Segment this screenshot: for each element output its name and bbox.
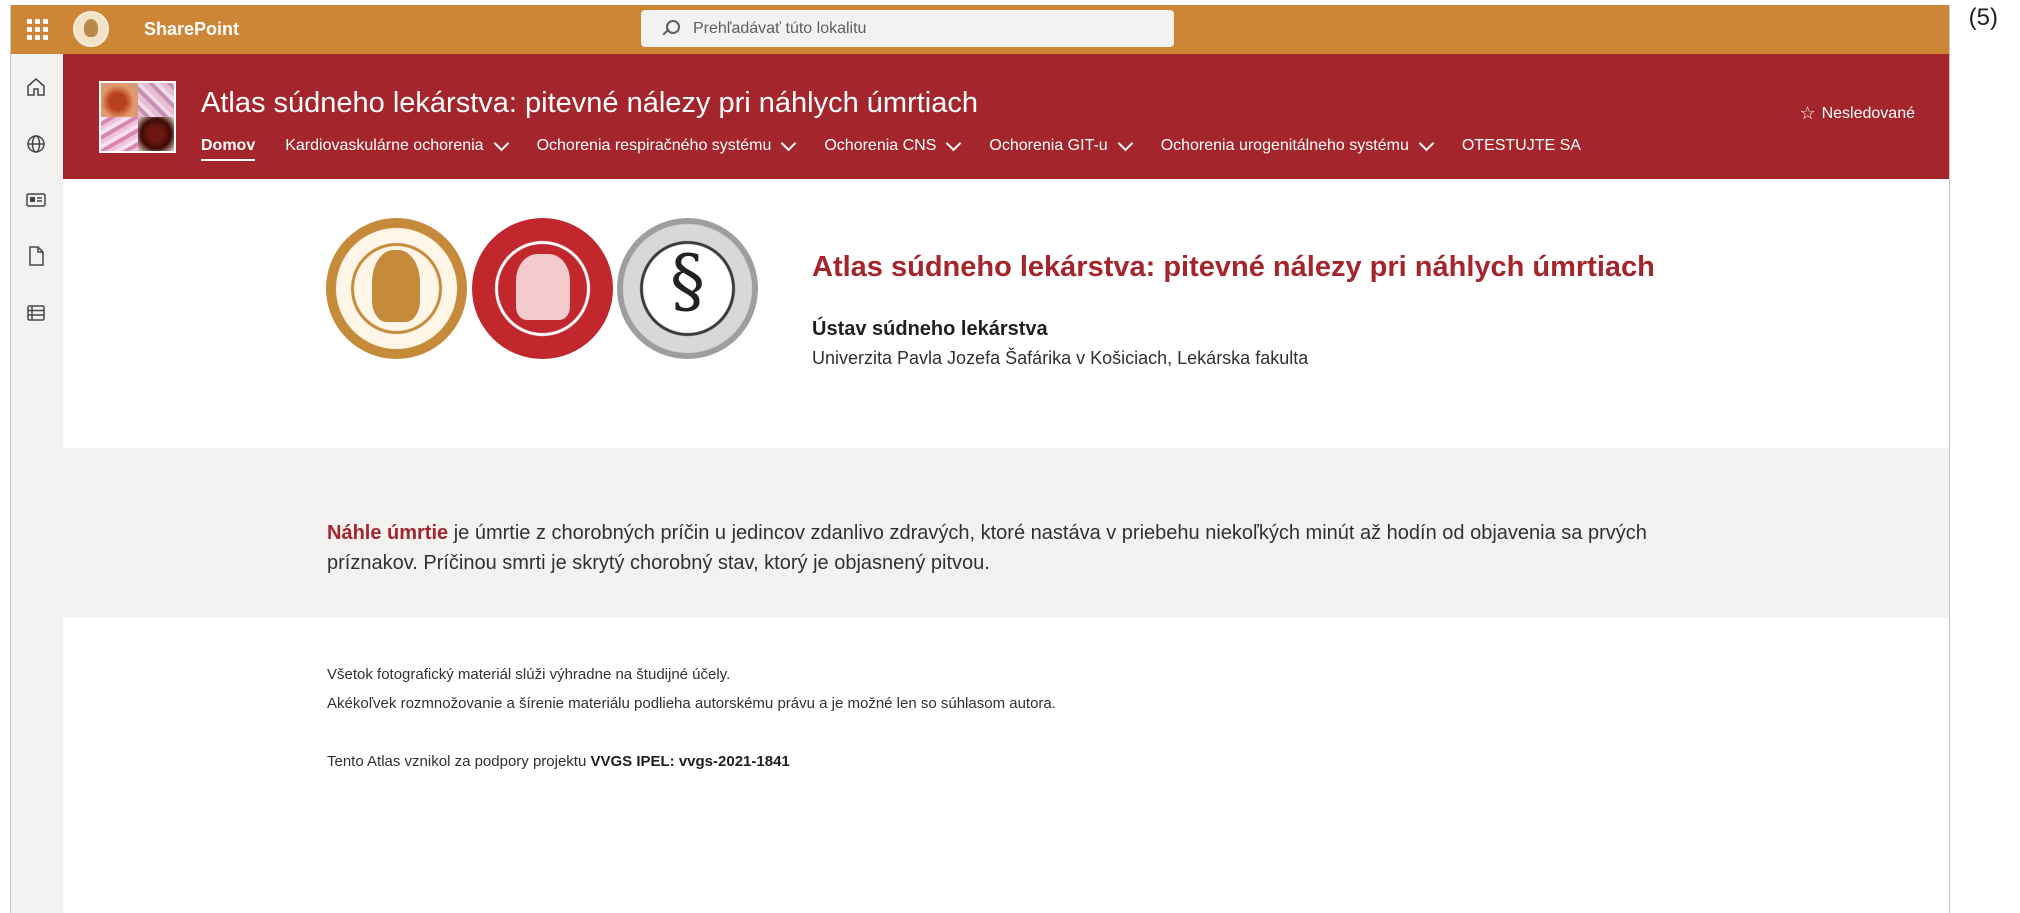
page-number: (5) xyxy=(1968,4,1998,31)
nav-item-urogenitalny[interactable]: Ochorenia urogenitálneho systému xyxy=(1160,129,1435,163)
nav-item-kardiovaskularne[interactable]: Kardiovaskulárne ochorenia xyxy=(285,129,509,163)
site-header: Atlas súdneho lekárstva: pitevné nálezy … xyxy=(63,54,1949,179)
list-icon[interactable] xyxy=(23,300,49,326)
project-code: VVGS IPEL: vvgs-2021-1841 xyxy=(590,753,790,770)
nav-item-otestujte-sa[interactable]: OTESTUJTE SA xyxy=(1462,129,1581,163)
chevron-down-icon xyxy=(493,135,509,152)
nav-item-git[interactable]: Ochorenia GIT-u xyxy=(989,129,1133,163)
home-icon[interactable] xyxy=(23,74,49,100)
nav-label: Ochorenia urogenitálneho systému xyxy=(1160,137,1409,154)
globe-icon[interactable] xyxy=(23,131,49,157)
nav-item-domov[interactable]: Domov xyxy=(201,129,256,163)
nav-item-respiracny[interactable]: Ochorenia respiračného systému xyxy=(536,129,797,163)
nav-label: Ochorenia respiračného systému xyxy=(536,137,772,154)
copyright-note-2: Akékoľvek rozmnožovanie a šírenie materi… xyxy=(327,695,1056,712)
nav-item-cns[interactable]: Ochorenia CNS xyxy=(824,129,962,163)
chevron-down-icon xyxy=(946,135,962,152)
site-title[interactable]: Atlas súdneho lekárstva: pitevné nálezy … xyxy=(201,87,978,120)
medical-faculty-seal-image xyxy=(472,218,613,359)
nav-label: Ochorenia GIT-u xyxy=(989,137,1108,154)
hero-title: Atlas súdneho lekárstva: pitevné nálezy … xyxy=(812,251,1655,283)
department-name: Ústav súdneho lekárstva xyxy=(812,318,1048,340)
search-placeholder: Prehľadávať túto lokalitu xyxy=(693,19,867,37)
organization-logo[interactable] xyxy=(73,11,109,47)
browser-frame: SharePoint Prehľadávať túto lokalitu Atl… xyxy=(10,5,1950,913)
chevron-down-icon xyxy=(781,135,797,152)
upjs-seal-image xyxy=(326,218,467,359)
search-input[interactable]: Prehľadávať túto lokalitu xyxy=(641,10,1174,47)
star-icon: ☆ xyxy=(1799,103,1816,123)
chevron-down-icon xyxy=(1418,135,1435,152)
university-name: Univerzita Pavla Jozefa Šafárika v Košic… xyxy=(812,348,1309,368)
follow-button[interactable]: ☆ Nesledované xyxy=(1799,103,1915,124)
app-launcher-icon[interactable] xyxy=(25,17,49,41)
forensic-institute-seal-image xyxy=(617,218,758,359)
follow-label: Nesledované xyxy=(1821,104,1915,122)
top-navigation: Domov Kardiovaskulárne ochorenia Ochoren… xyxy=(201,129,1611,163)
copyright-note-1: Všetok fotografický materiál slúži výhra… xyxy=(327,666,731,683)
intro-term: Náhle úmrtie xyxy=(327,522,449,544)
file-icon[interactable] xyxy=(23,243,49,269)
nav-label: Domov xyxy=(201,137,256,154)
nav-label: OTESTUJTE SA xyxy=(1461,137,1581,154)
nav-label: Kardiovaskulárne ochorenia xyxy=(285,137,484,154)
project-note: Tento Atlas vznikol za podpory projektu … xyxy=(327,753,790,770)
nav-label: Ochorenia CNS xyxy=(824,137,937,154)
sharepoint-link[interactable]: SharePoint xyxy=(144,19,239,40)
intro-definition: je úmrtie z chorobných príčin u jedincov… xyxy=(327,522,1647,574)
chevron-down-icon xyxy=(1117,135,1133,152)
intro-text: Náhle úmrtie je úmrtie z chorobných príč… xyxy=(327,518,1727,578)
site-logo[interactable] xyxy=(99,81,176,153)
search-icon xyxy=(659,18,681,40)
university-seals xyxy=(326,218,761,363)
news-icon[interactable] xyxy=(23,187,49,213)
suite-bar: SharePoint Prehľadávať túto lokalitu xyxy=(11,5,1949,54)
project-note-prefix: Tento Atlas vznikol za podpory projektu xyxy=(327,753,591,770)
app-bar xyxy=(11,54,63,913)
